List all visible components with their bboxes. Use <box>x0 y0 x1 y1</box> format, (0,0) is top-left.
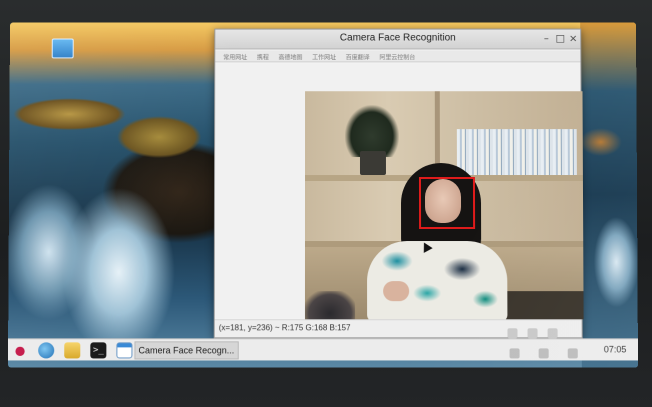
window-titlebar[interactable]: Camera Face Recognition – □ × <box>215 30 580 50</box>
bookmark-item: 工作网址 <box>312 52 336 61</box>
close-button[interactable]: × <box>567 34 579 46</box>
pan-icon[interactable] <box>507 328 517 338</box>
window-statusbar: (x=181, y=236) ~ R:175 G:168 B:157 <box>215 319 582 337</box>
minimize-button[interactable]: – <box>540 34 552 46</box>
updates-icon[interactable] <box>510 348 520 358</box>
desktop-wallpaper-right <box>580 23 638 368</box>
plant-pot <box>360 151 386 175</box>
maximize-button[interactable]: □ <box>554 34 566 46</box>
file-manager-icon[interactable] <box>64 342 80 358</box>
display-screen: Camera Face Recognition – □ × 常用网址 携程 高德… <box>8 23 638 368</box>
pixel-info-text: (x=181, y=236) ~ R:175 G:168 B:157 <box>219 323 351 332</box>
plant <box>345 105 399 157</box>
system-tray <box>510 343 600 357</box>
person-hand <box>383 281 409 301</box>
raspberry-menu-icon[interactable]: ● <box>12 342 28 358</box>
network-icon[interactable] <box>568 348 578 358</box>
bookmark-item: 百度翻译 <box>346 52 370 61</box>
trash-icon[interactable] <box>52 39 74 59</box>
app-window-icon <box>116 342 132 358</box>
taskbar: ● >_ Camera Face Recogn... 07:05 <box>8 338 638 360</box>
bookmark-item: 常用网址 <box>223 52 247 61</box>
browser-icon[interactable] <box>38 342 54 358</box>
camera-window: Camera Face Recognition – □ × 常用网址 携程 高德… <box>214 29 583 339</box>
cabinet <box>495 291 583 319</box>
save-icon[interactable] <box>548 328 558 338</box>
statusbar-tools <box>507 323 577 335</box>
terminal-icon[interactable]: >_ <box>90 342 106 358</box>
zoom-icon[interactable] <box>528 328 538 338</box>
taskbar-task-camera[interactable]: Camera Face Recogn... <box>134 341 238 359</box>
bookmark-item: 高德地图 <box>278 52 302 61</box>
background-bookmarks-bar: 常用网址 携程 高德地图 工作网址 百度翻译 阿里云控制台 <box>215 50 580 62</box>
window-content <box>215 63 582 318</box>
clock[interactable]: 07:05 <box>604 344 627 354</box>
taskbar-task-label: Camera Face Recogn... <box>138 345 236 355</box>
person-shirt <box>367 241 507 319</box>
background-person <box>305 291 355 319</box>
window-title: Camera Face Recognition <box>215 33 580 44</box>
bookmark-item: 阿里云控制台 <box>379 52 415 61</box>
face-detection-box <box>419 177 475 229</box>
bookmark-item: 携程 <box>257 52 269 61</box>
camera-feed[interactable] <box>305 91 584 319</box>
bookshelf-books <box>457 129 577 177</box>
bluetooth-icon[interactable] <box>539 348 549 358</box>
